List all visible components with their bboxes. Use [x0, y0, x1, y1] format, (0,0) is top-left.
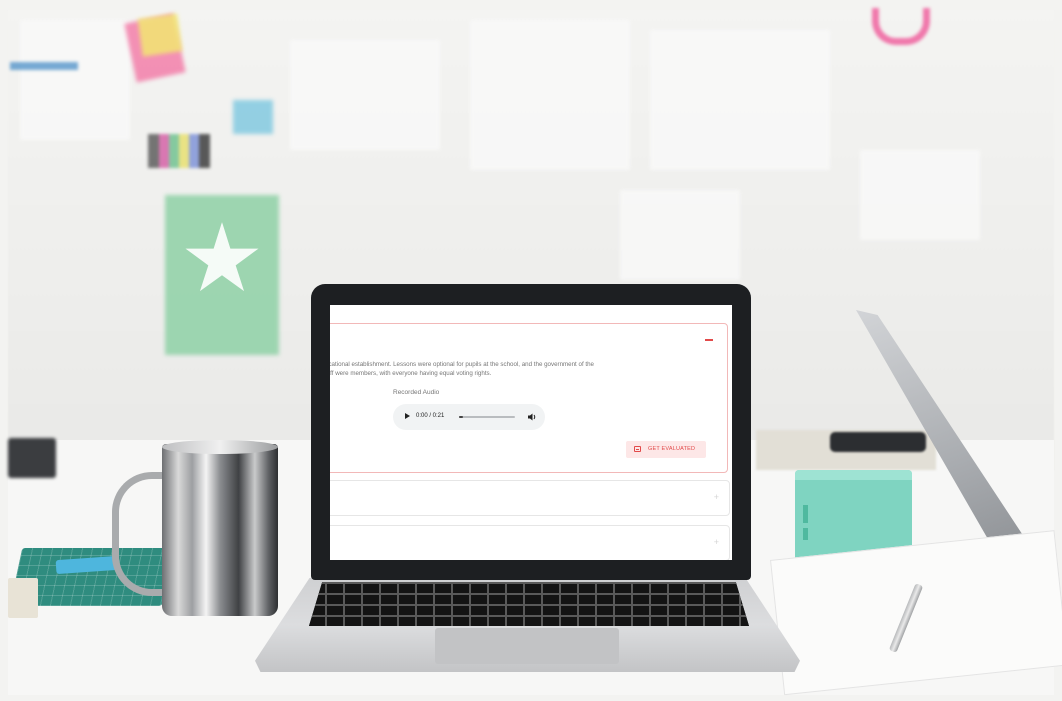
photo-scene: ucational establishment. Lessons were op… — [0, 0, 1062, 701]
plus-icon[interactable]: + — [714, 538, 719, 547]
question-text-line: taff were members, with everyone having … — [330, 369, 492, 377]
volume-icon[interactable] — [527, 412, 537, 422]
color-swatches — [148, 134, 210, 168]
notebook — [8, 578, 38, 618]
sticky-note — [137, 13, 183, 57]
get-evaluated-label: GET EVALUATED — [648, 446, 696, 452]
wall-paper — [620, 190, 740, 280]
audio-progress-fill — [459, 416, 464, 418]
question-text-line: ucational establishment. Lessons were op… — [330, 361, 594, 368]
wall-blue-strip — [10, 62, 78, 70]
wall-paper — [860, 150, 980, 240]
wall-paper — [650, 30, 830, 170]
pink-ring — [872, 8, 930, 45]
laptop-keyboard — [309, 582, 749, 626]
question-text: ucational establishment. Lessons were op… — [330, 361, 705, 378]
mug-rim — [162, 440, 278, 454]
left-device — [8, 438, 56, 478]
question-panel-collapsed[interactable]: + — [330, 480, 730, 516]
document-icon — [634, 446, 641, 452]
recorded-audio-label: Recorded Audio — [393, 389, 440, 396]
plus-icon[interactable]: + — [714, 493, 719, 502]
wall-paper — [470, 20, 630, 170]
sketch-paper — [770, 530, 1062, 696]
wall-paper — [290, 40, 440, 150]
question-panel-collapsed[interactable]: + — [330, 525, 730, 560]
get-evaluated-button[interactable]: GET EVALUATED — [626, 441, 706, 458]
question-panel-expanded: ucational establishment. Lessons were op… — [330, 323, 728, 473]
laptop-screen: ucational establishment. Lessons were op… — [330, 305, 732, 560]
play-icon[interactable] — [405, 413, 410, 419]
minus-icon[interactable] — [705, 334, 715, 344]
audio-time: 0:00 / 0:21 — [416, 413, 445, 419]
steel-mug — [162, 444, 278, 616]
speaker-slot — [803, 505, 808, 523]
wall-paper — [20, 20, 130, 140]
audio-progress-bar[interactable] — [459, 416, 515, 418]
audio-player[interactable]: 0:00 / 0:21 — [393, 404, 545, 430]
speaker-slot — [803, 528, 808, 540]
sticky-note — [233, 100, 273, 134]
speaker-top — [795, 470, 912, 480]
laptop-trackpad — [435, 628, 619, 664]
phone — [830, 432, 926, 452]
